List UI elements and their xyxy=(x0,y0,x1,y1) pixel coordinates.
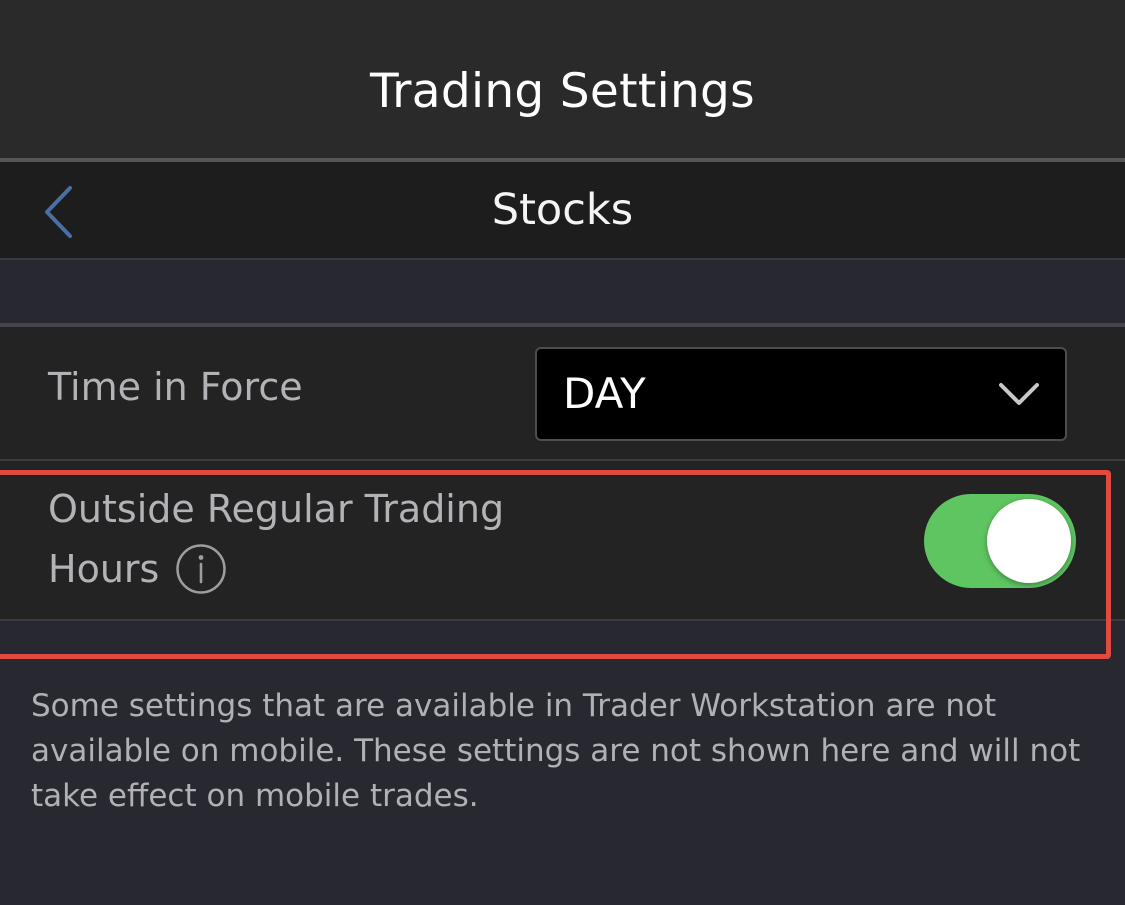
time-in-force-label: Time in Force xyxy=(48,365,303,409)
time-in-force-select[interactable]: DAY xyxy=(535,347,1067,441)
outside-rth-label-line2: Hours xyxy=(48,547,160,591)
chevron-left-icon xyxy=(45,186,72,238)
outside-rth-toggle[interactable] xyxy=(924,494,1076,588)
time-in-force-value: DAY xyxy=(563,369,646,418)
section-title: Stocks xyxy=(491,185,634,235)
toggle-knob xyxy=(987,499,1071,583)
title-bar: Trading Settings xyxy=(0,0,1125,158)
info-icon[interactable] xyxy=(175,543,227,595)
outside-rth-row: Outside Regular Trading Hours xyxy=(0,461,1125,621)
chevron-down-icon xyxy=(999,383,1039,405)
footer-note: Some settings that are available in Trad… xyxy=(31,688,1081,814)
back-button[interactable] xyxy=(30,182,90,242)
nav-bar: Stocks xyxy=(0,162,1125,260)
outside-rth-label-line1: Outside Regular Trading xyxy=(48,487,505,531)
time-in-force-row: Time in Force DAY xyxy=(0,327,1125,461)
page-title: Trading Settings xyxy=(370,64,755,119)
